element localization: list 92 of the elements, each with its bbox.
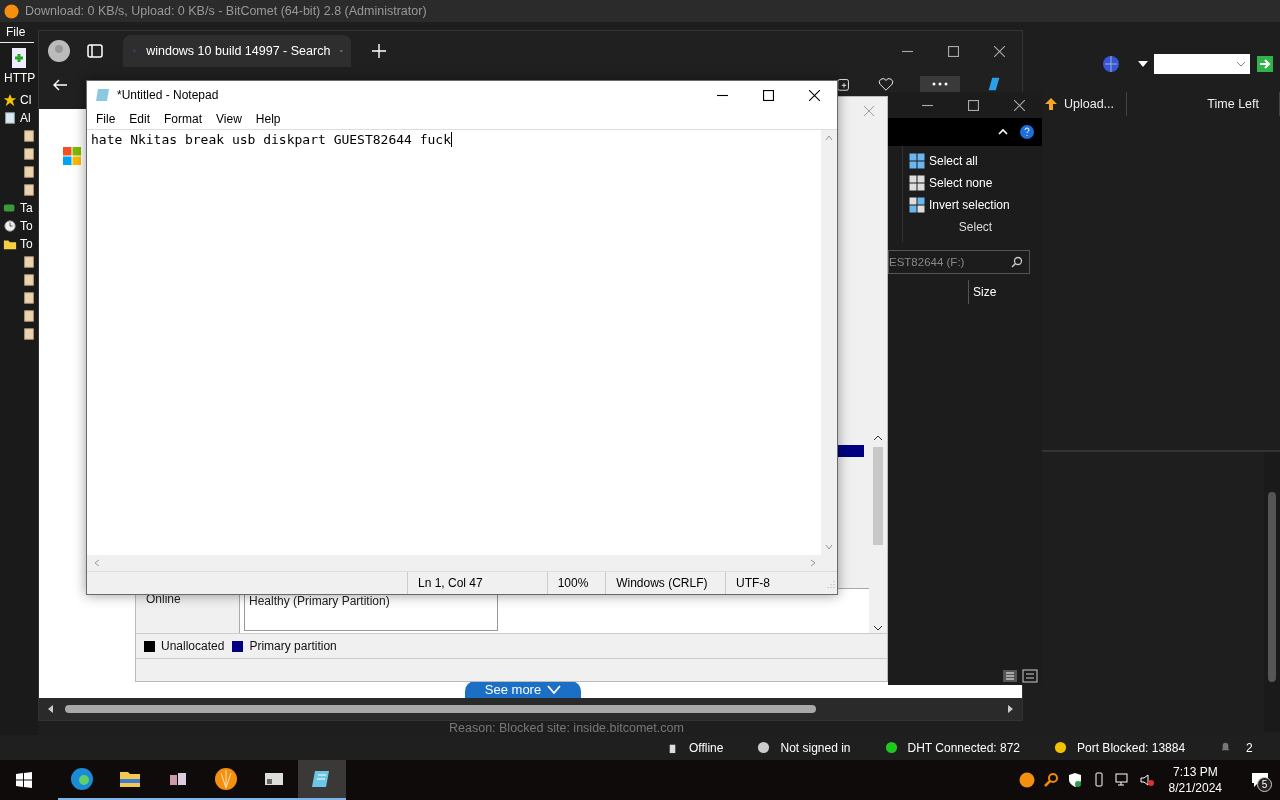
tiles-view-icon[interactable]: [1022, 669, 1038, 683]
bitcomet-icon: [4, 3, 19, 19]
column-header[interactable]: Time Left: [1207, 97, 1259, 111]
tab-actions-icon[interactable]: [87, 43, 103, 59]
document-icon: [22, 291, 36, 305]
grid-icon: [909, 197, 925, 213]
column-header[interactable]: Size: [968, 280, 997, 304]
status-text: 100%: [546, 572, 606, 594]
bitcomet-icon: [214, 767, 238, 791]
notepad-icon: [95, 87, 111, 103]
maximize-icon[interactable]: [967, 99, 979, 111]
resize-grip-icon[interactable]: [825, 578, 835, 588]
status-text: Ln 1, Col 47: [407, 572, 547, 594]
speaker-muted-icon[interactable]: [1138, 772, 1155, 788]
menu-item[interactable]: Help: [248, 112, 288, 126]
globe-icon: [757, 741, 771, 754]
maximize-icon[interactable]: [762, 89, 774, 101]
document-icon: [22, 273, 36, 287]
search-input[interactable]: EST82644 (F:): [889, 251, 1011, 273]
network-icon[interactable]: [1114, 772, 1131, 788]
edge-icon: [70, 767, 94, 791]
clock-time[interactable]: 7:13 PM: [1172, 764, 1218, 780]
document-icon: [22, 129, 36, 143]
menu-item[interactable]: Format: [157, 112, 210, 126]
column-header[interactable]: Upload...: [1064, 97, 1115, 111]
text-editor[interactable]: hate Nkitas break usb diskpart GUEST82644 fuck: [91, 132, 452, 147]
heart-pulse-icon[interactable]: [878, 76, 894, 92]
window-title: Download: 0 KB/s, Upload: 0 KB/s - BitComet (64-bit) 2.8 (Administrator): [25, 4, 427, 18]
arrow-left-icon[interactable]: [47, 705, 55, 713]
sidebar-item[interactable]: Al: [20, 111, 31, 125]
clock-icon: [3, 219, 17, 233]
bitcomet-icon[interactable]: [1018, 772, 1035, 788]
ribbon-group-label: Select: [957, 220, 994, 234]
document-icon: [22, 147, 36, 161]
microsoft-logo-icon: [63, 147, 81, 165]
chevron-up-icon[interactable]: [873, 435, 883, 441]
menu-item[interactable]: File: [6, 25, 26, 39]
globe-icon[interactable]: [1102, 55, 1120, 73]
details-view-icon[interactable]: [1002, 669, 1018, 683]
grid-icon: [909, 175, 925, 191]
document-icon: [22, 255, 36, 269]
page-icon: [3, 111, 17, 125]
status-text: 2: [1246, 740, 1253, 755]
status-text: Port Blocked: 13884: [1077, 740, 1186, 755]
avatar-icon[interactable]: [47, 39, 71, 63]
arrow-right-icon[interactable]: [1006, 705, 1014, 713]
grid-icon: [909, 153, 925, 169]
document-icon: [22, 183, 36, 197]
notification-count: 5: [1257, 777, 1272, 792]
more-button[interactable]: [920, 76, 960, 92]
document-icon: [22, 327, 36, 341]
clock-date[interactable]: 8/21/2024: [1168, 780, 1222, 796]
taskbar-app[interactable]: [298, 760, 346, 800]
search-field[interactable]: EST82644 (F:): [888, 250, 1030, 274]
menu-item[interactable]: File: [89, 112, 123, 126]
window-title: *Untitled - Notepad: [117, 88, 219, 102]
sidebar-item[interactable]: Cl: [20, 93, 32, 107]
status-text: UTF-8: [725, 572, 826, 594]
document-icon: [22, 309, 36, 323]
shield-icon[interactable]: [1066, 772, 1083, 788]
status-text: DHT Connected: 872: [907, 740, 1021, 755]
menu-item[interactable]: Edit: [122, 112, 158, 126]
status-text: Not signed in: [780, 740, 851, 755]
ribbon-button[interactable]: Select none: [909, 174, 1042, 192]
sidebar-item[interactable]: To: [20, 219, 33, 233]
sidebar-item[interactable]: Ta: [20, 201, 33, 215]
ellipsis-icon: [932, 82, 948, 86]
caret-icon[interactable]: [1138, 60, 1148, 68]
browser-tab[interactable]: windows 10 build 14997 - Search: [123, 35, 351, 67]
status-text: Windows (CRLF): [605, 572, 726, 594]
toolbar-label[interactable]: HTTP: [0, 71, 36, 85]
legend-label: Unallocated: [161, 639, 225, 653]
windows-start-icon[interactable]: [16, 772, 32, 788]
plus-icon[interactable]: [371, 43, 387, 59]
ribbon-button[interactable]: Select all: [909, 152, 1042, 170]
document-icon: [22, 165, 36, 179]
chevron-down-icon[interactable]: [873, 625, 883, 631]
upload-icon: [1044, 97, 1058, 111]
legend-label: Primary partition: [249, 639, 337, 653]
status-message: Reason: Blocked site: inside.bitcomet.com: [449, 721, 684, 736]
menu-item[interactable]: View: [209, 112, 249, 126]
notifications-button[interactable]: 5: [1240, 760, 1280, 800]
status-text: Offline: [689, 740, 724, 755]
partition-header: [836, 445, 864, 457]
collections-icon[interactable]: [836, 76, 852, 92]
document-add-icon[interactable]: [10, 47, 28, 69]
chevron-down-icon: [547, 685, 562, 694]
sidebar-item[interactable]: To: [20, 237, 33, 251]
maximize-icon[interactable]: [947, 45, 959, 57]
star-icon: [3, 93, 17, 107]
help-icon[interactable]: [1020, 125, 1034, 139]
ribbon-button[interactable]: Invert selection: [909, 196, 1042, 214]
